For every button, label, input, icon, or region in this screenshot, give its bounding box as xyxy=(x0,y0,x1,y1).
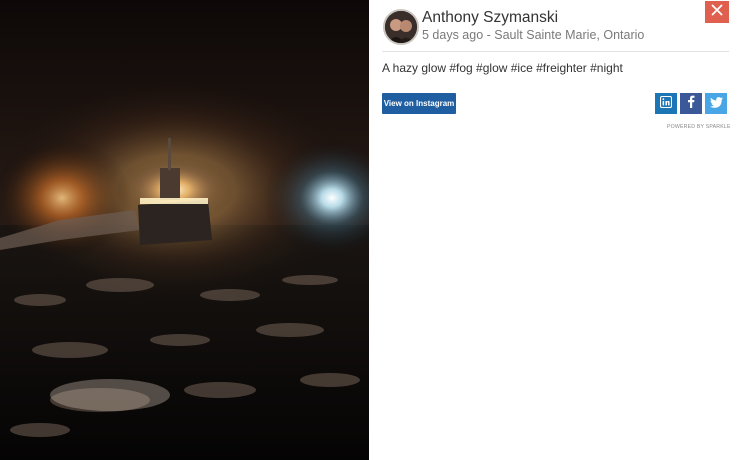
share-facebook-button[interactable] xyxy=(680,93,702,114)
author-name[interactable]: Anthony Szymanski xyxy=(422,9,558,27)
share-linkedin-button[interactable] xyxy=(655,93,677,114)
view-on-instagram-button[interactable]: View on Instagram xyxy=(382,93,456,114)
close-button[interactable] xyxy=(705,1,729,23)
twitter-icon xyxy=(709,95,723,113)
linkedin-icon xyxy=(659,95,673,113)
close-icon xyxy=(711,3,723,21)
share-twitter-button[interactable] xyxy=(705,93,727,114)
post-caption: A hazy glow #fog #glow #ice #freighter #… xyxy=(382,61,623,75)
avatar[interactable] xyxy=(383,9,419,45)
powered-by-sparkle[interactable]: POWERED BY SPARKLE xyxy=(667,124,731,131)
post-meta: 5 days ago - Sault Sainte Marie, Ontario xyxy=(422,28,645,42)
post-photo xyxy=(0,0,369,460)
post-details-panel: Anthony Szymanski 5 days ago - Sault Sai… xyxy=(369,0,740,460)
divider xyxy=(382,51,729,52)
facebook-icon xyxy=(687,95,695,113)
